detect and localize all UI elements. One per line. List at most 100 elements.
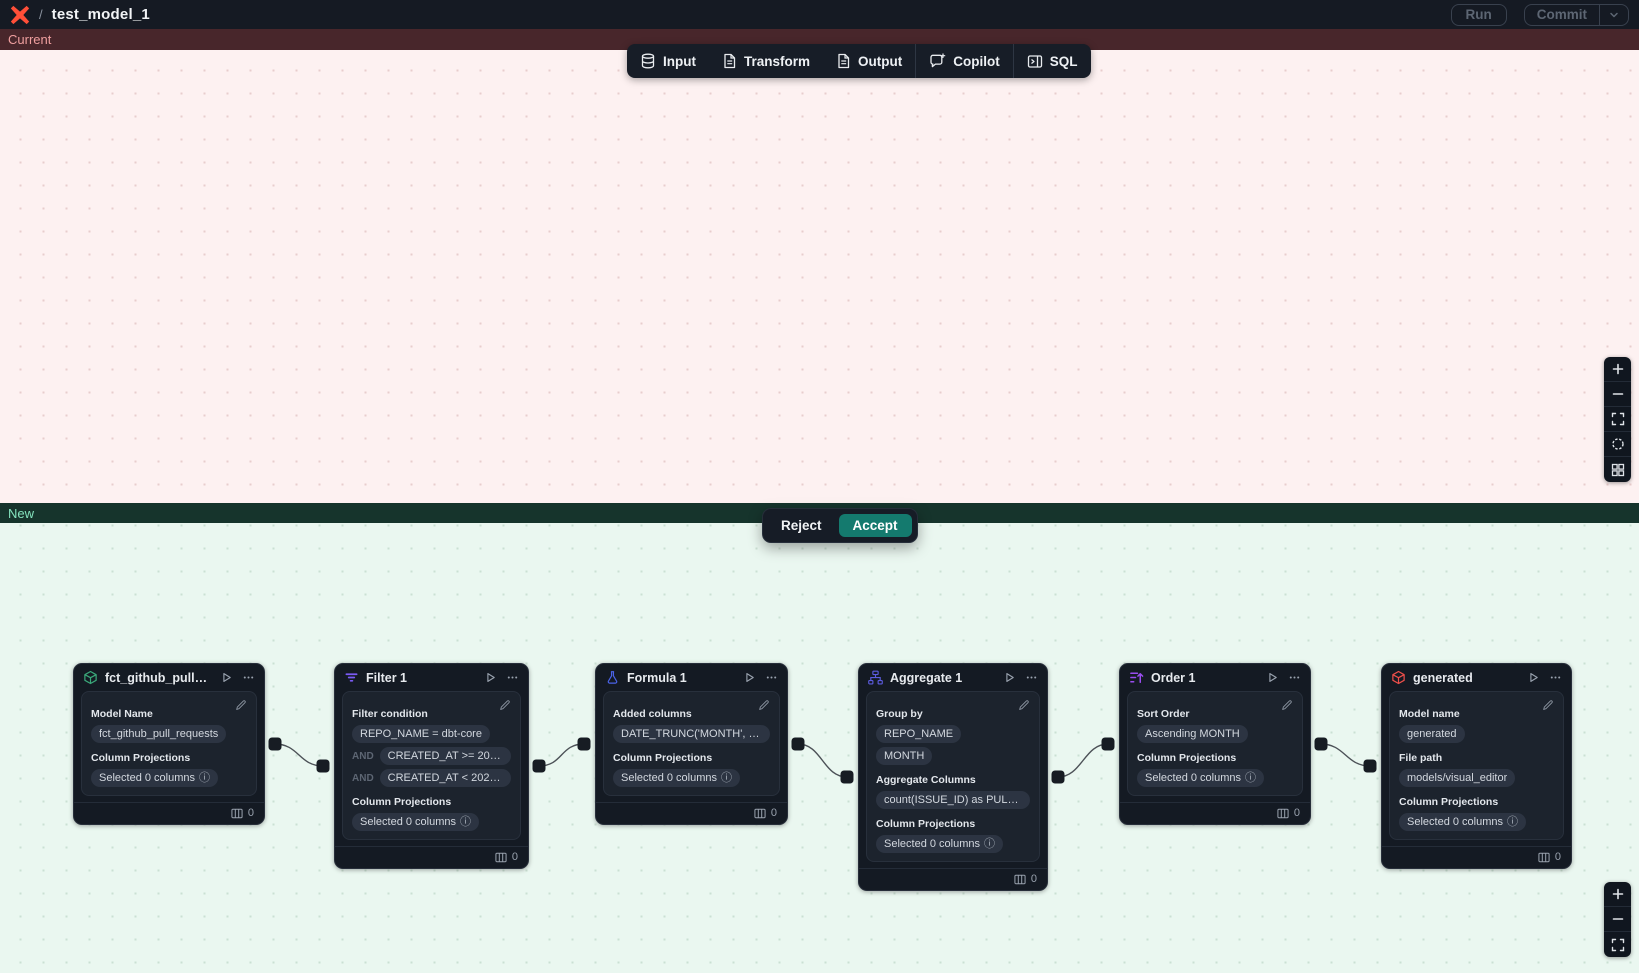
run-node-button[interactable] [743, 671, 756, 684]
info-icon[interactable]: ⓘ [984, 839, 995, 850]
flask-icon [605, 670, 620, 685]
breadcrumb-separator: / [39, 7, 43, 22]
dbt-logo-icon[interactable] [10, 5, 30, 25]
field-label: Aggregate Columns [876, 774, 1030, 786]
fit-view-button[interactable] [1604, 407, 1631, 432]
node-menu-button[interactable] [506, 671, 519, 684]
zoom-in-button[interactable] [1604, 357, 1631, 382]
pill-text: Selected 0 columns [99, 772, 195, 784]
toolbar-item-transform[interactable]: Transform [709, 44, 823, 78]
layout-grid-icon [1611, 463, 1625, 477]
node-handle[interactable] [841, 771, 854, 784]
toolbar-item-copilot[interactable]: Copilot [916, 44, 1013, 78]
node-result-footer[interactable]: 0 [335, 846, 528, 868]
new-canvas[interactable]: fct_github_pull_requests Model Namefct_g… [0, 523, 1639, 973]
node-result-footer[interactable]: 0 [1382, 846, 1571, 868]
pill-text: DATE_TRUNC('MONTH', CREATED_AT… [621, 728, 762, 740]
zoom-out-button[interactable] [1604, 382, 1631, 407]
commit-button[interactable]: Commit [1524, 4, 1629, 26]
sitemap-icon [868, 670, 883, 685]
chevron-down-icon [1608, 9, 1620, 21]
fit-view-icon [1611, 412, 1625, 426]
toolbar-item-label: Output [858, 54, 902, 69]
edit-icon[interactable] [1542, 699, 1554, 711]
edit-icon[interactable] [1018, 699, 1030, 711]
node-formula-1[interactable]: Formula 1 Added columnsDATE_TRUNC('MONTH… [595, 663, 788, 825]
node-menu-button[interactable] [765, 671, 778, 684]
node-result-footer[interactable]: 0 [74, 802, 264, 824]
commit-dropdown-button[interactable] [1599, 5, 1628, 25]
table-icon [1538, 852, 1550, 863]
node-menu-button[interactable] [1025, 671, 1038, 684]
pill-text: models/visual_editor [1407, 772, 1507, 784]
node-menu-button[interactable] [1288, 671, 1301, 684]
node-generated[interactable]: generated Model namegeneratedFile pathmo… [1381, 663, 1572, 869]
model-icon [83, 670, 98, 685]
reject-button[interactable]: Reject [768, 514, 835, 537]
node-handle[interactable] [1315, 738, 1328, 751]
commit-button-label[interactable]: Commit [1525, 5, 1599, 25]
auto-layout-button[interactable] [1604, 457, 1631, 482]
edge [798, 744, 847, 777]
node-result-footer[interactable]: 0 [1120, 802, 1310, 824]
table-icon [1014, 874, 1026, 885]
value-pill: Selected 0 columns ⓘ [876, 835, 1003, 853]
node-result-footer[interactable]: 0 [859, 868, 1047, 890]
table-icon [754, 808, 766, 819]
node-result-footer[interactable]: 0 [596, 802, 787, 824]
run-button[interactable]: Run [1451, 4, 1507, 26]
node-menu-button[interactable] [242, 671, 255, 684]
node-aggregate-1[interactable]: Aggregate 1 Group byREPO_NAMEMONTHAggreg… [858, 663, 1048, 891]
node-handle[interactable] [1052, 771, 1065, 784]
value-pill: generated [1399, 725, 1465, 743]
run-node-button[interactable] [1266, 671, 1279, 684]
node-order-1[interactable]: Order 1 Sort OrderAscending MONTHColumn … [1119, 663, 1311, 825]
pill-text: count(ISSUE_ID) as PULL_REQUEST_… [884, 794, 1022, 806]
node-handle[interactable] [578, 738, 591, 751]
edit-icon[interactable] [235, 699, 247, 711]
field-label: Model name [1399, 708, 1554, 720]
node-handle[interactable] [1364, 760, 1377, 773]
edit-icon[interactable] [1281, 699, 1293, 711]
toolbar-item-sql[interactable]: SQL [1014, 44, 1091, 78]
edit-icon[interactable] [499, 699, 511, 711]
zoom-out-button[interactable] [1604, 907, 1631, 932]
review-popup: Reject Accept [762, 508, 918, 543]
accept-button[interactable]: Accept [839, 514, 912, 537]
run-node-button[interactable] [220, 671, 233, 684]
file-text-icon [836, 53, 851, 69]
current-canvas[interactable]: Input Transform Output [0, 50, 1639, 503]
node-menu-button[interactable] [1549, 671, 1562, 684]
current-section-label: Current [8, 32, 51, 47]
toolbar-item-input[interactable]: Input [627, 44, 709, 78]
info-icon[interactable]: ⓘ [460, 817, 471, 828]
zoom-in-button[interactable] [1604, 882, 1631, 907]
node-handle[interactable] [269, 738, 282, 751]
node-handle[interactable] [533, 760, 546, 773]
node-fct-github-pull-requests[interactable]: fct_github_pull_requests Model Namefct_g… [73, 663, 265, 825]
info-icon[interactable]: ⓘ [199, 773, 210, 784]
info-icon[interactable]: ⓘ [1245, 773, 1256, 784]
node-handle[interactable] [1102, 738, 1115, 751]
interactivity-toggle-button[interactable] [1604, 432, 1631, 457]
value-pill: Ascending MONTH [1137, 725, 1248, 743]
info-icon[interactable]: ⓘ [1507, 817, 1518, 828]
value-pill: CREATED_AT < 2025-03-01 [380, 769, 511, 787]
sort-icon [1129, 670, 1144, 685]
node-handle[interactable] [792, 738, 805, 751]
pill-text: Selected 0 columns [884, 838, 980, 850]
panel-right-icon [1027, 54, 1043, 69]
pill-text: Ascending MONTH [1145, 728, 1240, 740]
node-handle[interactable] [317, 760, 330, 773]
run-node-button[interactable] [1527, 671, 1540, 684]
edit-icon[interactable] [758, 699, 770, 711]
value-pill: fct_github_pull_requests [91, 725, 226, 743]
node-filter-1[interactable]: Filter 1 Filter conditionREPO_NAME = dbt… [334, 663, 529, 869]
value-pill: Selected 0 columnsⓘ [613, 769, 740, 787]
run-node-button[interactable] [484, 671, 497, 684]
run-node-button[interactable] [1003, 671, 1016, 684]
info-icon[interactable]: ⓘ [721, 773, 732, 784]
toolbar-item-label: Input [663, 54, 696, 69]
toolbar-item-output[interactable]: Output [823, 44, 915, 78]
fit-view-button[interactable] [1604, 932, 1631, 957]
